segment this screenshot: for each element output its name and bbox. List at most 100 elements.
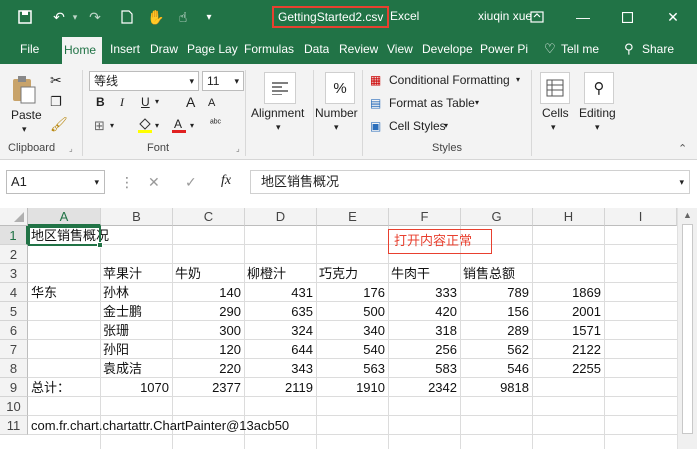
enter-icon[interactable]: ✓ (185, 174, 197, 191)
cell-B5[interactable]: 金士鹏 (103, 302, 142, 321)
cell-C6[interactable]: 300 (172, 321, 244, 340)
scrollbar-thumb[interactable] (682, 224, 693, 434)
row-header-1[interactable]: 1 (0, 226, 28, 245)
cell-C9[interactable]: 2377 (172, 378, 244, 397)
number-button[interactable]: Number (315, 106, 358, 120)
cell-C7[interactable]: 120 (172, 340, 244, 359)
cell-E4[interactable]: 176 (316, 283, 388, 302)
cell-H4[interactable]: 1869 (532, 283, 604, 302)
increase-font-button[interactable]: A (186, 94, 195, 110)
fill-color-dropdown-icon[interactable]: ▾ (155, 121, 159, 130)
undo-icon[interactable]: ↶ (48, 0, 70, 34)
cells-button[interactable]: Cells (542, 106, 569, 120)
column-header-D[interactable]: D (245, 208, 317, 226)
cell-A4[interactable]: 华东 (31, 283, 57, 302)
cell-G8[interactable]: 546 (460, 359, 532, 378)
tab-data[interactable]: Data (304, 34, 329, 64)
vertical-scrollbar[interactable]: ▲ (677, 208, 697, 449)
touch-pointer-icon[interactable]: ☝ (172, 0, 194, 34)
alignment-icon[interactable] (264, 72, 296, 104)
row-header-3[interactable]: 3 (0, 264, 28, 283)
format-painter-icon[interactable]: 🖌 (50, 116, 68, 133)
cell-F5[interactable]: 420 (388, 302, 460, 321)
tab-insert[interactable]: Insert (110, 34, 140, 64)
column-header-C[interactable]: C (173, 208, 245, 226)
redo-icon[interactable]: ↷ (84, 0, 106, 34)
column-header-A[interactable]: A (28, 208, 101, 226)
cell-H5[interactable]: 2001 (532, 302, 604, 321)
font-color-icon[interactable]: A (171, 116, 187, 134)
cell-F9[interactable]: 2342 (388, 378, 460, 397)
tab-file[interactable]: File (20, 34, 39, 64)
spreadsheet-grid[interactable]: A B C D E F G H I 1 2 3 4 5 6 7 8 9 10 1… (0, 208, 697, 449)
row-header-9[interactable]: 9 (0, 378, 28, 397)
font-size-dropdown[interactable]: 11 ▾ (202, 71, 244, 91)
paste-icon[interactable] (10, 74, 40, 106)
borders-dropdown-icon[interactable]: ▾ (110, 121, 114, 130)
cell-H8[interactable]: 2255 (532, 359, 604, 378)
cells-icon[interactable] (540, 72, 570, 104)
cell-E9[interactable]: 1910 (316, 378, 388, 397)
cell-B3[interactable]: 苹果汁 (103, 264, 142, 283)
fill-handle[interactable] (97, 242, 103, 248)
row-header-5[interactable]: 5 (0, 302, 28, 321)
search-icon[interactable]: ⚲ (584, 72, 614, 104)
cell-C5[interactable]: 290 (172, 302, 244, 321)
row-header-7[interactable]: 7 (0, 340, 28, 359)
cell-F3[interactable]: 牛肉干 (391, 264, 430, 283)
conditional-formatting-button[interactable]: Conditional Formatting (389, 73, 510, 87)
cell-G5[interactable]: 156 (460, 302, 532, 321)
font-color-dropdown-icon[interactable]: ▾ (190, 121, 194, 130)
bold-button[interactable]: B (96, 95, 105, 109)
customize-qat-icon[interactable]: ▾ (198, 0, 220, 34)
tab-review[interactable]: Review (339, 34, 378, 64)
percent-icon[interactable]: % (325, 72, 355, 104)
column-header-B[interactable]: B (101, 208, 173, 226)
alignment-button[interactable]: Alignment (251, 106, 304, 120)
cell-G6[interactable]: 289 (460, 321, 532, 340)
cell-D9[interactable]: 2119 (244, 378, 316, 397)
collapse-ribbon-icon[interactable]: ⌃ (678, 142, 687, 155)
cell-G9[interactable]: 9818 (460, 378, 532, 397)
share-button[interactable]: Share (642, 34, 674, 64)
tab-home[interactable]: Home (62, 37, 102, 64)
cell-E6[interactable]: 340 (316, 321, 388, 340)
insert-function-button[interactable]: fx (221, 173, 231, 189)
font-name-dropdown[interactable]: 等线 ▾ (89, 71, 199, 91)
select-all-corner[interactable] (0, 208, 28, 226)
cell-G4[interactable]: 789 (460, 283, 532, 302)
column-header-F[interactable]: F (389, 208, 461, 226)
cell-C4[interactable]: 140 (172, 283, 244, 302)
maximize-icon[interactable] (610, 0, 644, 34)
decrease-font-button[interactable]: A (208, 97, 215, 109)
cell-B8[interactable]: 袁成洁 (103, 359, 142, 378)
cell-D5[interactable]: 635 (244, 302, 316, 321)
cell-F4[interactable]: 333 (388, 283, 460, 302)
tab-page-layout[interactable]: Page Layo (187, 34, 238, 64)
save-icon[interactable] (14, 0, 36, 34)
column-header-I[interactable]: I (605, 208, 677, 226)
cell-F6[interactable]: 318 (388, 321, 460, 340)
tab-developer[interactable]: Develope (422, 34, 473, 64)
row-header-6[interactable]: 6 (0, 321, 28, 340)
cell-B9[interactable]: 1070 (100, 378, 172, 397)
column-header-E[interactable]: E (317, 208, 389, 226)
cancel-icon[interactable]: ✕ (148, 174, 160, 191)
cell-F7[interactable]: 256 (388, 340, 460, 359)
row-header-11[interactable]: 11 (0, 416, 28, 435)
tell-me-search[interactable]: Tell me (561, 34, 599, 64)
cell-E5[interactable]: 500 (316, 302, 388, 321)
row-header-4[interactable]: 4 (0, 283, 28, 302)
cell-A11[interactable]: com.fr.chart.chartattr.ChartPainter@13ac… (31, 416, 289, 435)
cut-icon[interactable]: ✂ (50, 72, 62, 89)
phonetic-guide-icon[interactable]: ᵃᵇᶜ (210, 118, 221, 129)
cell-G7[interactable]: 562 (460, 340, 532, 359)
copy-icon[interactable]: ❐ (50, 94, 62, 110)
underline-button[interactable]: U (141, 95, 150, 109)
cell-D7[interactable]: 644 (244, 340, 316, 359)
fill-color-icon[interactable] (137, 116, 153, 134)
new-file-icon[interactable] (116, 0, 138, 34)
touch-mode-icon[interactable]: ✋ (145, 0, 167, 34)
row-header-10[interactable]: 10 (0, 397, 28, 416)
tab-draw[interactable]: Draw (150, 34, 178, 64)
